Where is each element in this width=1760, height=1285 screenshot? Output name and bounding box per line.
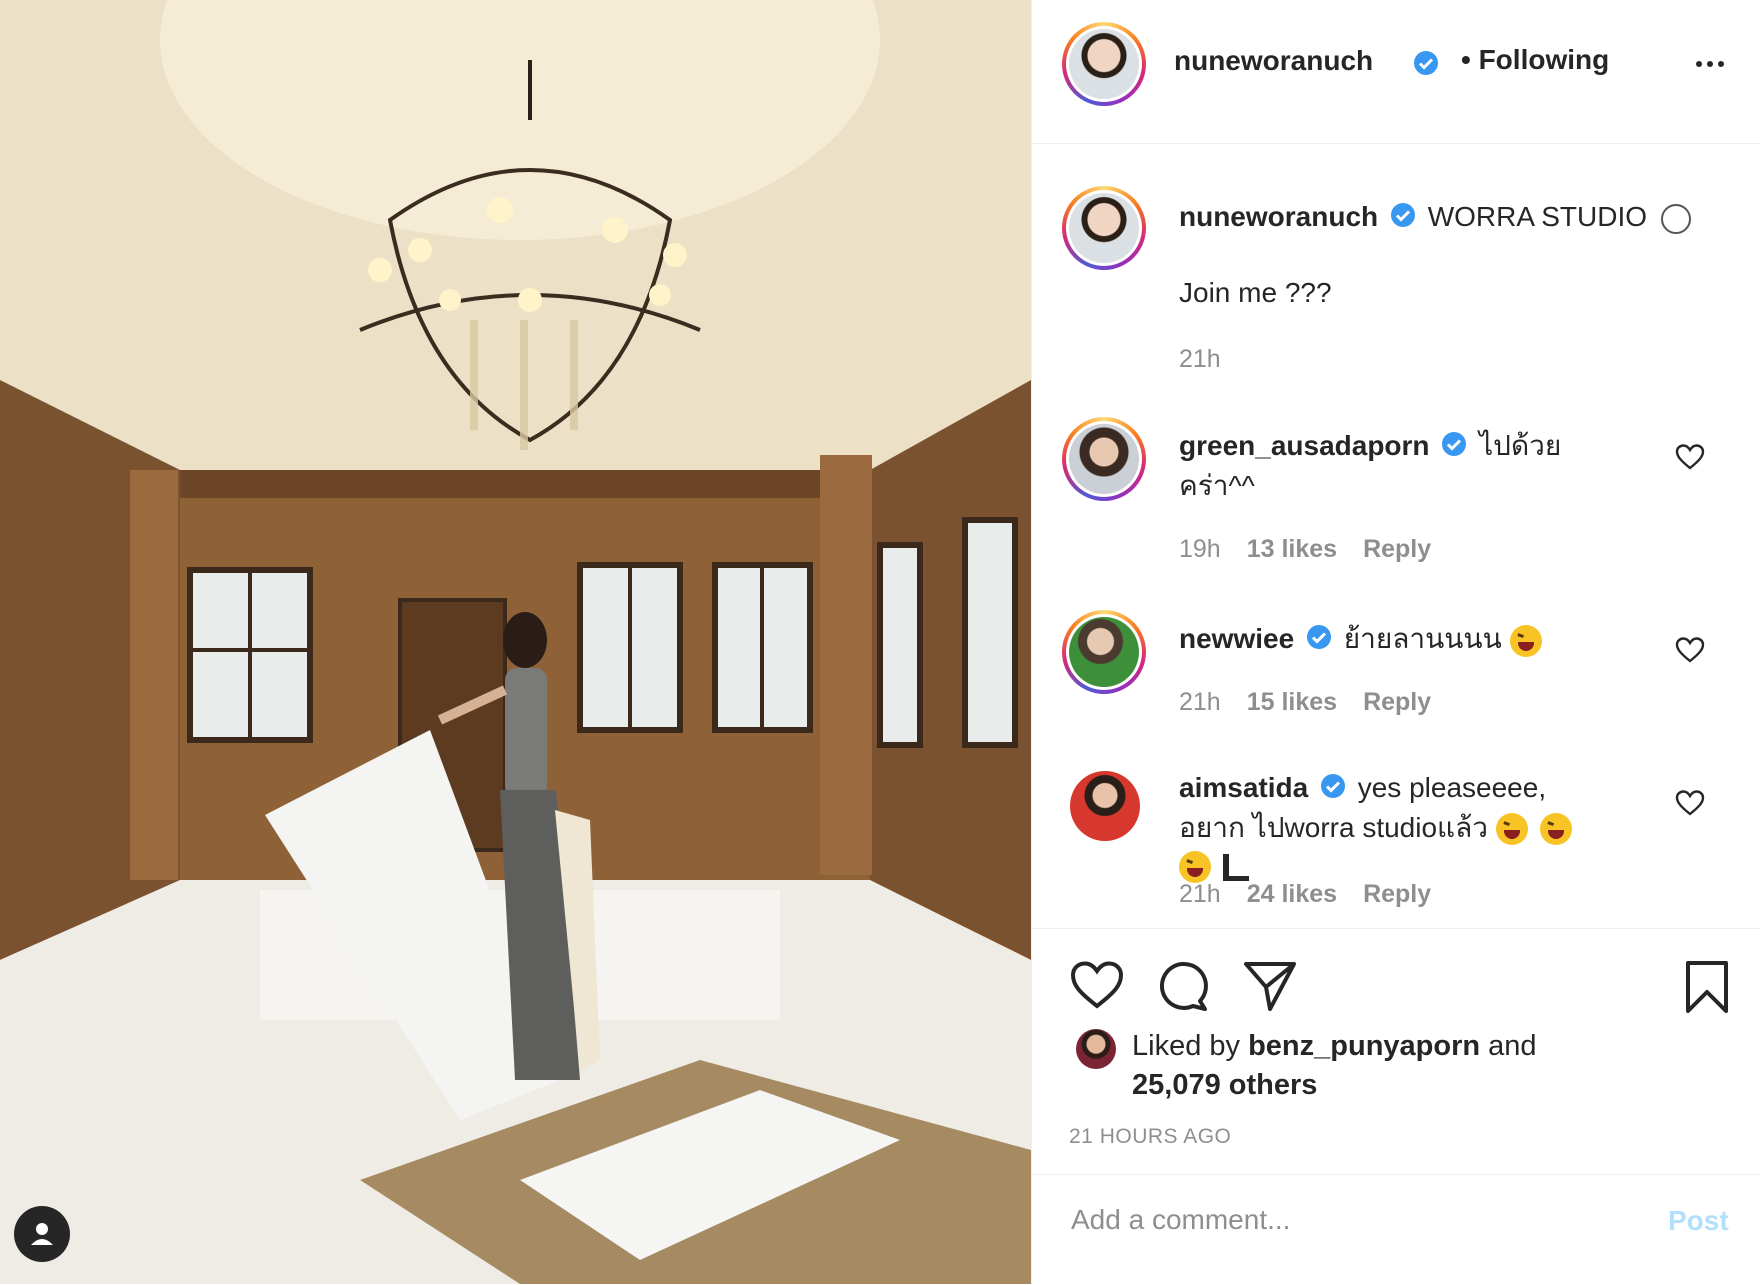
likes-count[interactable]: 25,079 others xyxy=(1132,1069,1317,1101)
verified-icon xyxy=(1306,622,1332,660)
comment-username[interactable]: green_ausadaporn xyxy=(1179,430,1430,461)
like-comment-heart-icon[interactable] xyxy=(1675,789,1705,817)
liked-by-and: and xyxy=(1488,1030,1537,1062)
reply-button[interactable]: Reply xyxy=(1363,535,1431,564)
post-time-ago[interactable]: 21 HOURS AGO xyxy=(1069,1125,1231,1149)
author-avatar[interactable] xyxy=(1062,22,1146,106)
liker-avatar[interactable] xyxy=(1076,1029,1116,1069)
verified-icon xyxy=(1320,771,1346,809)
comment-likes[interactable]: 24 likes xyxy=(1247,880,1337,909)
smirk-icon xyxy=(1660,203,1691,234)
comment-likes[interactable]: 15 likes xyxy=(1247,688,1337,717)
comment-meta: 21h 15 likes Reply xyxy=(1179,688,1431,717)
reply-button[interactable]: Reply xyxy=(1363,688,1431,717)
following-button[interactable]: • Following xyxy=(1461,44,1609,76)
heart-icon[interactable] xyxy=(1069,959,1125,1011)
laughing-emoji-icon xyxy=(1539,813,1572,846)
comment-text: aimsatida yes pleaseeee, อยาก ไปworra st… xyxy=(1179,769,1619,885)
avatar-image xyxy=(1069,617,1139,687)
caption-username[interactable]: nuneworanuch xyxy=(1179,201,1378,232)
reply-button[interactable]: Reply xyxy=(1363,880,1431,909)
comment-time: 19h xyxy=(1179,535,1221,563)
comment-time: 21h xyxy=(1179,880,1221,908)
laughing-emoji-icon xyxy=(1509,624,1542,657)
comment-text: newwiee ย้ายลานนนน xyxy=(1179,620,1619,660)
post-header: nuneworanuch • Following xyxy=(1032,0,1760,144)
verified-icon xyxy=(1441,429,1467,467)
avatar-image xyxy=(1069,424,1139,494)
laughing-emoji-icon xyxy=(1495,813,1528,846)
caption-avatar[interactable] xyxy=(1062,186,1146,270)
liked-by-user[interactable]: benz_punyaporn xyxy=(1248,1030,1480,1062)
post-photo[interactable] xyxy=(0,0,1031,1284)
caption-text-line: nuneworanuch WORRA STUDIO xyxy=(1179,198,1699,238)
comment-avatar[interactable] xyxy=(1070,771,1140,841)
liked-by-prefix: Liked by xyxy=(1132,1030,1241,1062)
post-comment-button[interactable]: Post xyxy=(1668,1205,1729,1237)
photo-scene xyxy=(0,0,1031,1284)
caption-meta: 21h xyxy=(1179,345,1221,374)
author-username[interactable]: nuneworanuch xyxy=(1174,45,1373,77)
comment-meta: 19h 13 likes Reply xyxy=(1179,535,1431,564)
comment-username[interactable]: aimsatida xyxy=(1179,772,1308,803)
skate-emoji-icon xyxy=(1222,853,1249,881)
like-comment-heart-icon[interactable] xyxy=(1675,636,1705,664)
verified-icon xyxy=(1413,50,1439,81)
comment-text: green_ausadaporn ไปด้วย คร่า^^ xyxy=(1179,427,1619,505)
verified-icon xyxy=(1390,200,1416,238)
caption-body: Join me ??? xyxy=(1179,277,1332,308)
comment-meta: 21h 24 likes Reply xyxy=(1179,880,1431,909)
comment-username[interactable]: newwiee xyxy=(1179,623,1294,654)
comment-avatar[interactable] xyxy=(1062,610,1146,694)
avatar-image xyxy=(1069,29,1139,99)
like-comment-heart-icon[interactable] xyxy=(1675,443,1705,471)
caption-location: WORRA STUDIO xyxy=(1427,201,1648,232)
liked-by-text: Liked by benz_punyaporn and 25,079 other… xyxy=(1132,1027,1652,1105)
laughing-emoji-icon xyxy=(1179,851,1211,884)
post-actions: Liked by benz_punyaporn and 25,079 other… xyxy=(1032,928,1760,1169)
share-icon[interactable] xyxy=(1242,959,1298,1013)
caption-time: 21h xyxy=(1179,345,1221,373)
comment-likes[interactable]: 13 likes xyxy=(1247,535,1337,564)
comment-avatar[interactable] xyxy=(1062,417,1146,501)
comment-time: 21h xyxy=(1179,688,1221,716)
more-options-icon[interactable] xyxy=(1696,52,1736,76)
post-side-panel: nuneworanuch • Following nuneworanuch WO… xyxy=(1031,0,1760,1284)
user-tag-icon[interactable] xyxy=(14,1206,70,1262)
add-comment-bar: Post xyxy=(1032,1174,1760,1285)
comment-body: ย้ายลานนนน xyxy=(1343,623,1502,654)
bookmark-icon[interactable] xyxy=(1684,959,1730,1015)
avatar-image xyxy=(1069,193,1139,263)
add-comment-input[interactable] xyxy=(1069,1203,1633,1237)
comment-icon[interactable] xyxy=(1156,959,1210,1013)
